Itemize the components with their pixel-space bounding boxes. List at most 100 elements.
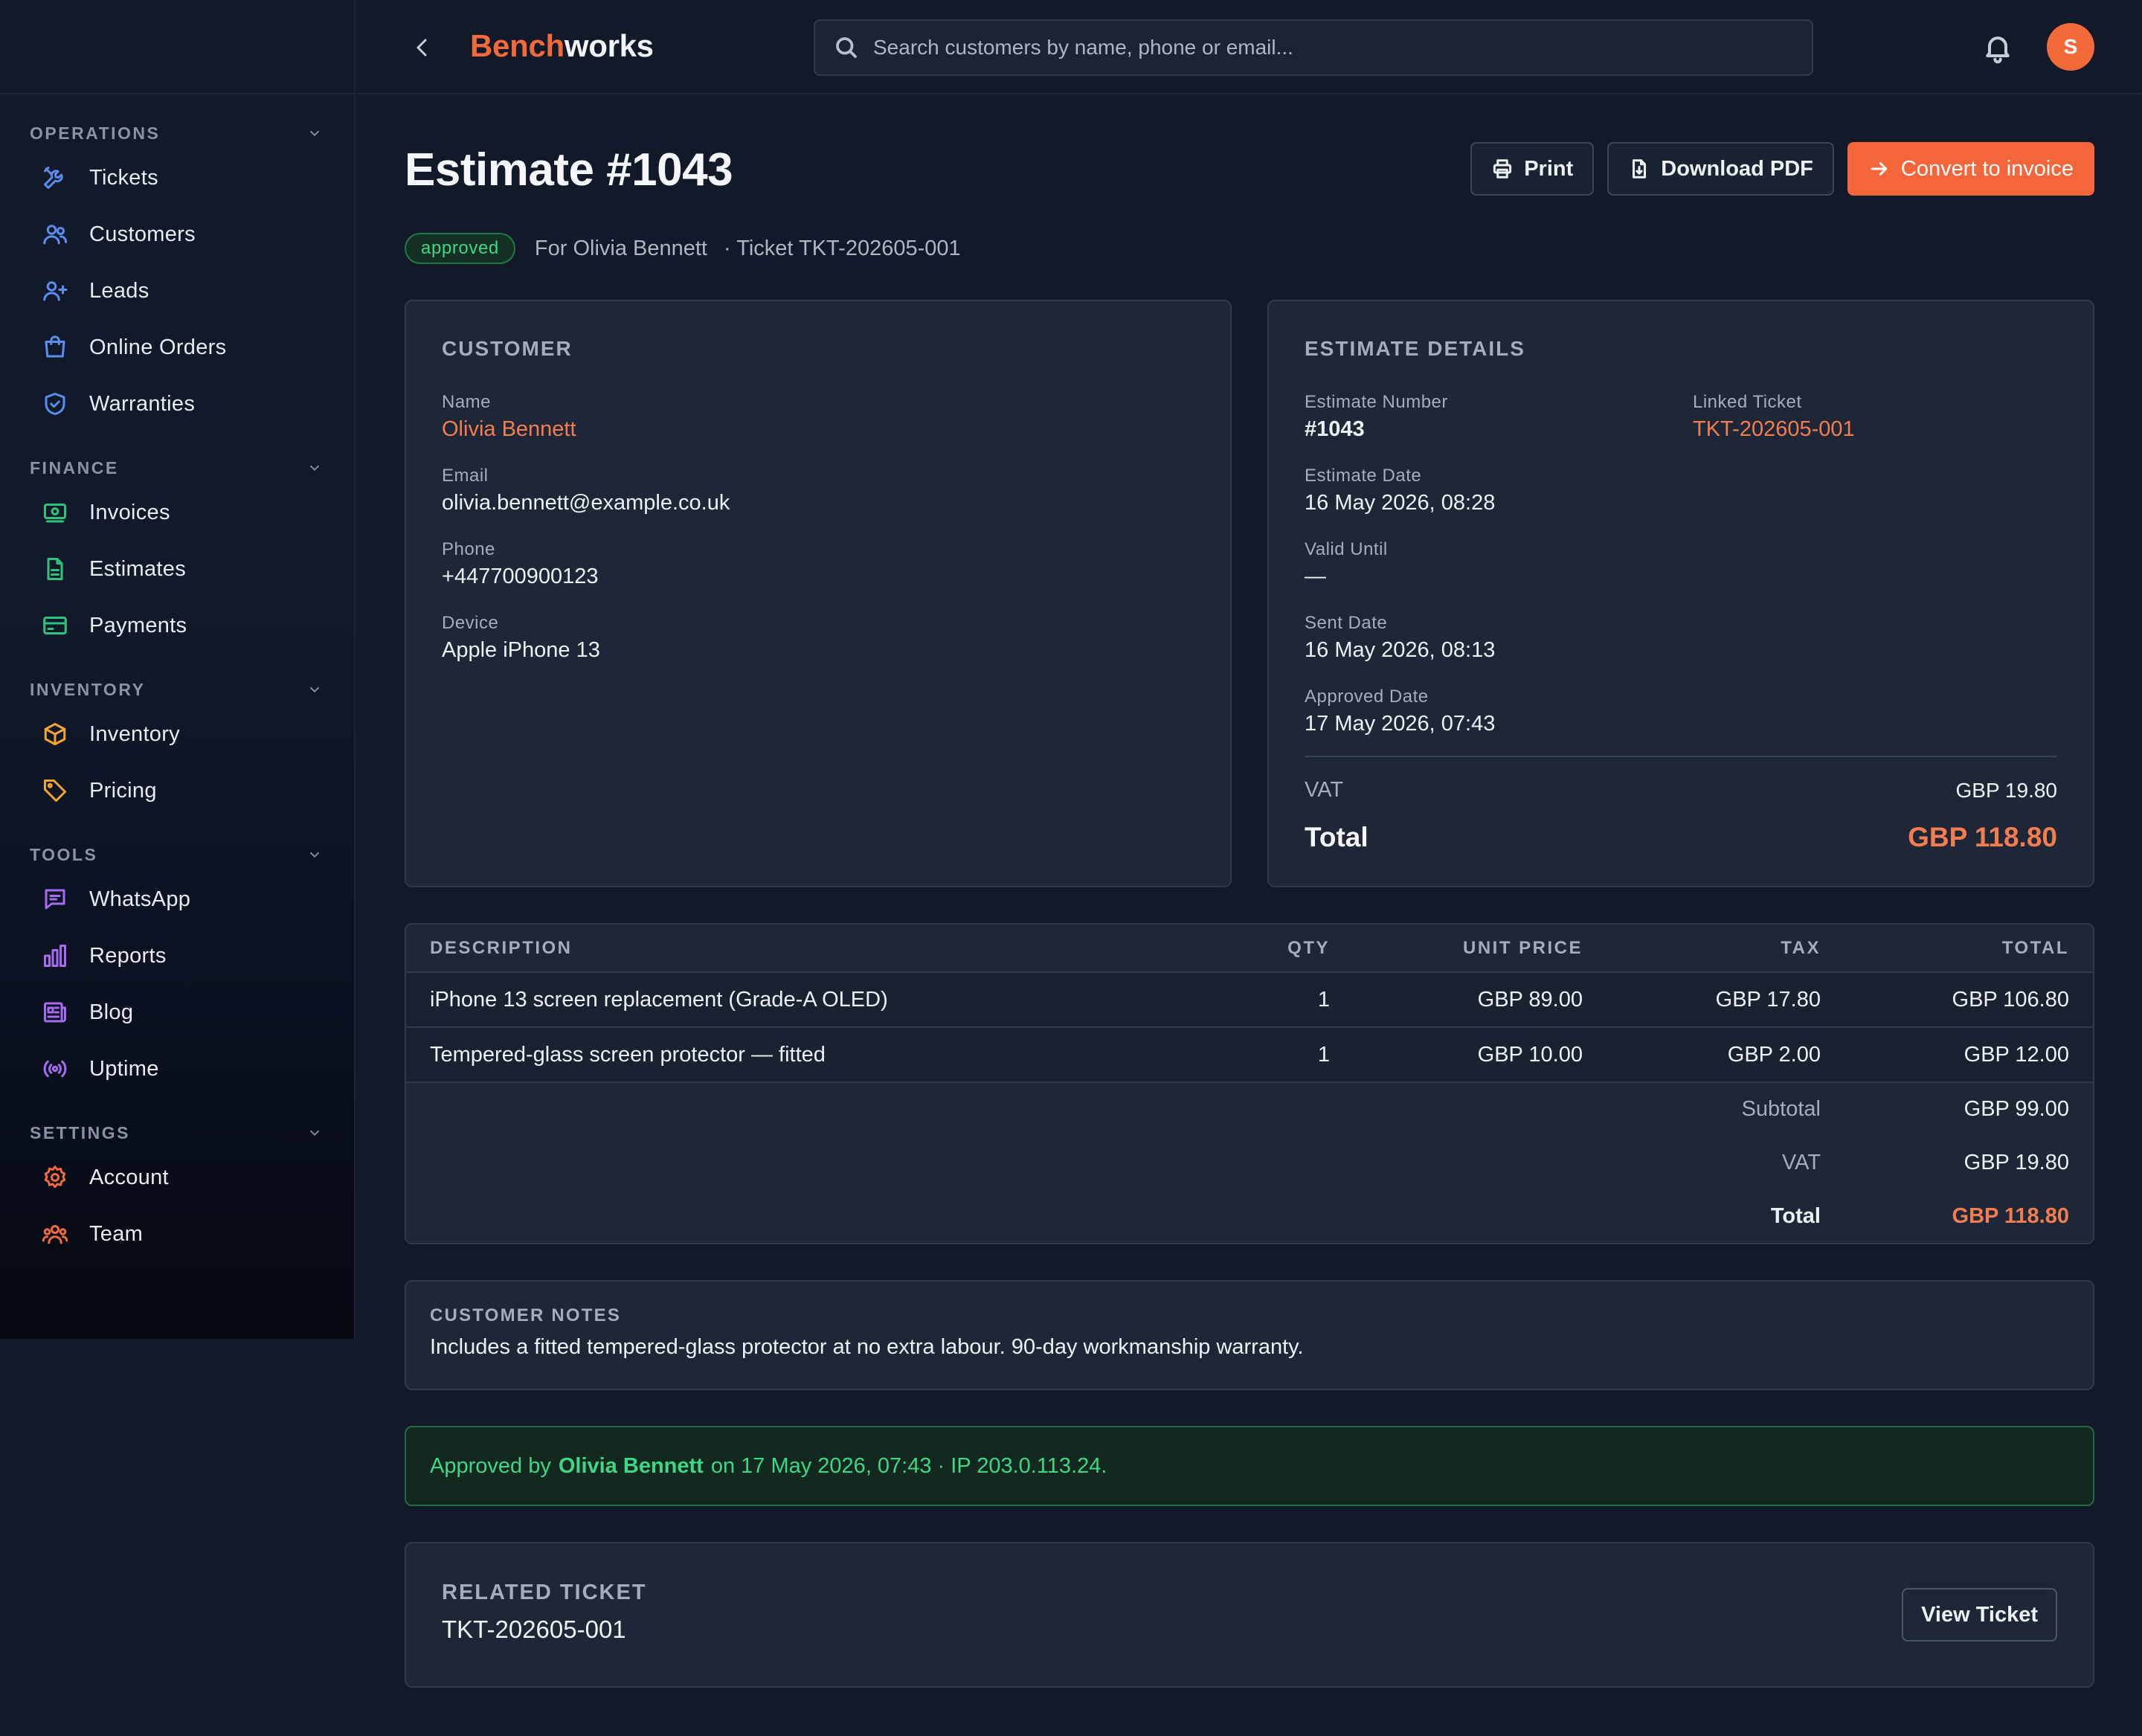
- estimate-details-card: ESTIMATE DETAILS Estimate Number #1043 L…: [1267, 300, 2094, 887]
- sidebar-item-account[interactable]: Account: [0, 1149, 354, 1206]
- vat-row: VAT GBP 19.80: [406, 1136, 2093, 1189]
- customer-name-link[interactable]: Olivia Bennett: [442, 417, 1194, 442]
- search-input[interactable]: [873, 36, 1812, 60]
- sidebar-item-uptime[interactable]: Uptime: [0, 1041, 354, 1097]
- download-pdf-label: Download PDF: [1661, 156, 1813, 181]
- approval-banner: Approved by Olivia Bennett on 17 May 202…: [405, 1426, 2094, 1506]
- sidebar-item-label: Invoices: [89, 500, 170, 524]
- customer-card-title: CUSTOMER: [442, 337, 573, 360]
- sidebar-item-team[interactable]: Team: [0, 1206, 354, 1262]
- field-label: Name: [442, 392, 492, 412]
- column-header-total: TOTAL: [1821, 925, 2093, 973]
- section-toggle-operations[interactable]: OPERATIONS: [0, 120, 354, 147]
- newspaper-icon: [42, 999, 68, 1026]
- related-ticket-title: RELATED TICKET: [442, 1581, 647, 1604]
- brand-part-1: Bench: [470, 28, 565, 63]
- ticket-reference-text: · Ticket TKT-202605-001: [724, 236, 961, 260]
- sidebar-item-inventory[interactable]: Inventory: [0, 706, 354, 762]
- gear-icon: [42, 1164, 68, 1191]
- table-row: Tempered-glass screen protector — fitted…: [406, 1027, 2093, 1083]
- box-icon: [42, 721, 68, 748]
- sidebar-item-estimates[interactable]: Estimates: [0, 541, 354, 597]
- divider: [1305, 756, 2057, 757]
- table-row: iPhone 13 screen replacement (Grade-A OL…: [406, 972, 2093, 1028]
- section-title: TOOLS: [30, 844, 98, 864]
- total-value: GBP 118.80: [1908, 822, 2057, 852]
- banknote-icon: [42, 499, 68, 526]
- user-avatar[interactable]: S: [2047, 23, 2094, 71]
- sidebar-item-label: WhatsApp: [89, 887, 191, 911]
- chevron-left-icon: [416, 39, 427, 57]
- notifications-button[interactable]: [1981, 31, 2014, 64]
- brand-logo[interactable]: Benchworks: [470, 28, 654, 64]
- column-header-description: DESCRIPTION: [406, 925, 1224, 973]
- sidebar-item-payments[interactable]: Payments: [0, 597, 354, 654]
- table-header-row: DESCRIPTION QTY UNIT PRICE TAX TOTAL: [406, 925, 2093, 973]
- vat-value: GBP 19.80: [1955, 778, 2057, 802]
- section-toggle-tools[interactable]: TOOLS: [0, 841, 354, 868]
- sidebar-item-tickets[interactable]: Tickets: [0, 150, 354, 206]
- item-qty: 1: [1224, 1027, 1330, 1083]
- nav-section-finance: FINANCE Invoices Estimates Payments: [0, 454, 354, 654]
- total-label: Total: [406, 1189, 1821, 1243]
- view-ticket-button[interactable]: View Ticket: [1902, 1588, 2057, 1642]
- tools-icon: [42, 164, 68, 191]
- sidebar-item-label: Team: [89, 1221, 144, 1246]
- line-items-card: DESCRIPTION QTY UNIT PRICE TAX TOTAL iPh…: [405, 923, 2094, 1244]
- sidebar-item-pricing[interactable]: Pricing: [0, 762, 354, 819]
- sidebar-item-label: Customers: [89, 222, 196, 246]
- field-label: Email: [442, 466, 489, 486]
- customer-device-field: Device Apple iPhone 13: [442, 613, 1194, 663]
- section-toggle-inventory[interactable]: INVENTORY: [0, 676, 354, 703]
- field-label: Valid Until: [1305, 539, 1388, 559]
- chevron-down-icon: [309, 852, 320, 858]
- related-ticket-id: TKT-202605-001: [442, 1616, 626, 1643]
- vat-label: VAT: [406, 1136, 1821, 1189]
- estimate-date-field: Estimate Date 16 May 2026, 08:28: [1305, 466, 1693, 515]
- customer-phone: +447700900123: [442, 565, 599, 588]
- sidebar-item-online-orders[interactable]: Online Orders: [0, 319, 354, 376]
- sidebar-item-customers[interactable]: Customers: [0, 206, 354, 263]
- customer-device: Apple iPhone 13: [442, 638, 600, 662]
- approver-name: Olivia Bennett: [558, 1453, 704, 1478]
- notes-text: Includes a fitted tempered-glass protect…: [430, 1335, 1304, 1359]
- column-header-qty: QTY: [1224, 925, 1330, 973]
- section-title: SETTINGS: [30, 1122, 131, 1142]
- section-toggle-finance[interactable]: FINANCE: [0, 454, 354, 481]
- vat-label: VAT: [1305, 778, 1344, 802]
- convert-to-invoice-button[interactable]: Convert to invoice: [1847, 142, 2094, 196]
- print-label: Print: [1524, 156, 1574, 181]
- valid-until-field: Valid Until —: [1305, 539, 1693, 589]
- customer-phone-field: Phone +447700900123: [442, 539, 1194, 589]
- sidebar-item-blog[interactable]: Blog: [0, 984, 354, 1041]
- sidebar-item-label: Tickets: [89, 165, 158, 190]
- print-button[interactable]: Print: [1470, 142, 1595, 196]
- sidebar-item-warranties[interactable]: Warranties: [0, 376, 354, 432]
- total-value: GBP 118.80: [1821, 1189, 2093, 1243]
- notes-title: CUSTOMER NOTES: [430, 1305, 622, 1325]
- line-items-table: DESCRIPTION QTY UNIT PRICE TAX TOTAL iPh…: [406, 925, 2093, 1243]
- estimate-date: 16 May 2026, 08:28: [1305, 491, 1496, 515]
- linked-ticket-link[interactable]: TKT-202605-001: [1693, 417, 2057, 442]
- field-label: Device: [442, 613, 499, 633]
- shopping-bag-icon: [42, 334, 68, 361]
- sidebar-item-label: Uptime: [89, 1056, 159, 1081]
- team-icon: [42, 1221, 68, 1247]
- chevron-down-icon: [309, 1130, 320, 1137]
- column-header-unit-price: UNIT PRICE: [1330, 925, 1583, 973]
- page-actions: Print Download PDF Convert to invoice: [1470, 142, 2094, 196]
- sidebar-item-invoices[interactable]: Invoices: [0, 484, 354, 541]
- sidebar-item-label: Online Orders: [89, 335, 227, 359]
- download-pdf-button[interactable]: Download PDF: [1607, 142, 1834, 196]
- customer-card: CUSTOMER Name Olivia Bennett Email olivi…: [405, 300, 1232, 887]
- item-qty: 1: [1224, 972, 1330, 1028]
- sidebar-item-whatsapp[interactable]: WhatsApp: [0, 871, 354, 928]
- item-total: GBP 106.80: [1821, 972, 2093, 1028]
- sidebar-item-reports[interactable]: Reports: [0, 928, 354, 984]
- total-row: Total GBP 118.80: [406, 1189, 2093, 1243]
- back-button[interactable]: [408, 33, 437, 62]
- section-toggle-settings[interactable]: SETTINGS: [0, 1119, 354, 1146]
- sidebar-item-leads[interactable]: Leads: [0, 263, 354, 319]
- credit-card-icon: [42, 612, 68, 639]
- file-text-icon: [42, 556, 68, 582]
